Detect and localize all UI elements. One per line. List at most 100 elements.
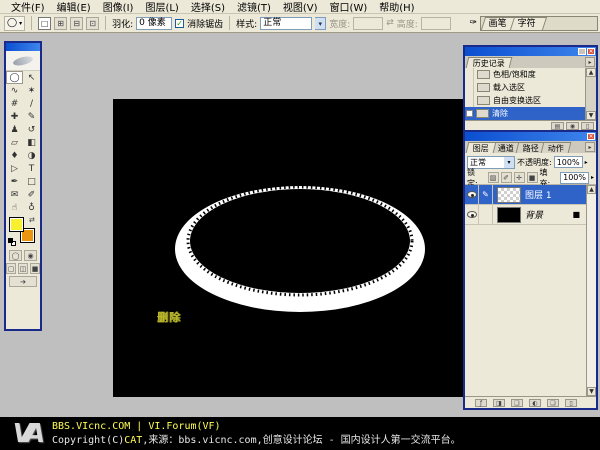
layer-thumbnail[interactable] [497,207,521,223]
crop-tool-icon[interactable]: # [6,97,23,110]
healing-brush-tool-icon[interactable]: ✚ [6,110,23,123]
type-tool-icon[interactable]: T [23,162,40,175]
menu-filter[interactable]: 滤镜(T) [231,0,277,14]
add-mask-button[interactable]: ◨ [493,399,505,407]
history-item-selected[interactable]: 清除 [465,107,585,120]
foreground-color-swatch[interactable] [9,217,24,232]
toolbox-title-bar[interactable] [6,43,40,51]
collapse-icon[interactable] [578,48,586,55]
history-brush-tool-icon[interactable]: ↺ [23,123,40,136]
lock-all-icon[interactable]: ■ [527,172,538,183]
jump-to-imageready-button[interactable]: ➔ [9,276,37,287]
move-tool-icon[interactable]: ↖ [23,71,40,84]
marquee-tool-icon[interactable]: ◯ [6,71,23,84]
close-icon[interactable]: × [587,133,595,140]
menu-image[interactable]: 图像(I) [97,0,140,14]
chevron-down-icon: ▾ [504,157,514,168]
lock-position-icon[interactable]: ✛ [514,172,525,183]
menu-help[interactable]: 帮助(H) [373,0,420,14]
scroll-up-icon[interactable]: ▲ [587,185,596,194]
new-document-from-state-button[interactable]: ▤ [551,122,564,130]
default-colors-icon[interactable] [8,238,17,247]
clone-stamp-tool-icon[interactable]: ♟ [6,123,23,136]
layer-row-layer1[interactable]: ✎ 图层 1 [465,185,586,205]
panel-menu-icon[interactable]: ▸ [585,142,595,152]
blur-tool-icon[interactable]: ♦ [6,149,23,162]
lasso-tool-icon[interactable]: ∿ [6,84,23,97]
path-select-tool-icon[interactable]: ▷ [6,162,23,175]
layer-style-button[interactable]: ƒ [475,399,487,407]
new-snapshot-button[interactable]: ◉ [566,122,579,130]
subtract-selection-button[interactable]: ⊟ [70,17,83,30]
intersect-selection-button[interactable]: ⊡ [86,17,99,30]
lock-transparency-icon[interactable]: ▨ [488,172,499,183]
close-icon[interactable]: × [587,48,595,55]
history-item[interactable]: 自由变换选区 [465,94,585,107]
antialias-checkbox[interactable]: ✓ [175,19,184,28]
delete-layer-button[interactable]: ▯ [565,399,577,407]
eraser-tool-icon[interactable]: ▱ [6,136,23,149]
history-panel-title-bar[interactable]: × [465,47,596,56]
tab-actions[interactable]: 动作 [541,142,572,153]
adjustment-layer-button[interactable]: ◐ [529,399,541,407]
shape-tool-icon[interactable]: □ [23,175,40,188]
spinner-arrow-icon[interactable]: ▸ [591,174,594,181]
menu-layer[interactable]: 图层(L) [139,0,184,14]
menu-edit[interactable]: 编辑(E) [51,0,97,14]
scroll-down-icon[interactable]: ▼ [586,111,596,120]
tab-character[interactable]: 字符 [510,17,547,30]
spinner-arrow-icon[interactable]: ▸ [585,159,588,166]
menu-select[interactable]: 选择(S) [185,0,231,14]
slice-tool-icon[interactable]: ∕ [23,97,40,110]
notes-tool-icon[interactable]: ✉ [6,188,23,201]
brush-palette-icon[interactable]: ✑ [469,18,477,28]
panel-menu-icon[interactable]: ▸ [585,57,595,67]
delete-state-button[interactable]: ▯ [581,122,594,130]
hand-tool-icon[interactable]: ☝ [6,201,23,214]
gradient-tool-icon[interactable]: ◧ [23,136,40,149]
history-thumb [476,109,489,118]
scroll-up-icon[interactable]: ▲ [586,68,596,77]
menu-view[interactable]: 视图(V) [277,0,324,14]
history-item[interactable]: 载入选区 [465,81,585,94]
visibility-toggle[interactable] [465,205,479,225]
dodge-tool-icon[interactable]: ◑ [23,149,40,162]
zoom-tool-icon[interactable]: ♁ [23,201,40,214]
tool-preset-picker[interactable]: ◯ ▾ [4,16,25,31]
tab-history[interactable]: 历史记录 [466,57,513,68]
add-selection-button[interactable]: ⊞ [54,17,67,30]
swap-colors-icon[interactable]: ⇄ [29,216,35,224]
standard-screen-button[interactable]: ▢ [6,263,16,274]
new-selection-button[interactable]: □ [38,17,51,30]
quick-mask-mode-button[interactable]: ◉ [24,250,37,261]
style-select[interactable]: 正常 [260,17,312,30]
tab-layers[interactable]: 图层 [466,142,497,153]
history-item[interactable]: 色相/饱和度 [465,68,585,81]
document-canvas[interactable]: 删除 [113,99,463,397]
new-layer-button[interactable]: ❏ [547,399,559,407]
new-group-button[interactable]: ❑ [511,399,523,407]
layers-panel-title-bar[interactable]: × [465,132,596,141]
eye-icon [467,211,477,218]
feather-input[interactable]: 0 像素 [136,17,172,30]
layer-thumbnail[interactable] [497,187,521,203]
menu-file[interactable]: 文件(F) [5,0,51,14]
layer-row-background[interactable]: 背景 ■ [465,205,586,225]
fullscreen-button[interactable]: ■ [30,263,40,274]
layers-scrollbar[interactable]: ▲ ▼ [586,185,596,396]
history-scrollbar[interactable]: ▲ ▼ [585,68,596,120]
fullscreen-menu-button[interactable]: ◫ [18,263,28,274]
lock-paint-icon[interactable]: ✐ [501,172,512,183]
chevron-down-icon[interactable]: ▾ [315,17,326,30]
standard-mode-button[interactable]: ◯ [9,250,22,261]
va-logo: VA [0,419,52,449]
magic-wand-tool-icon[interactable]: ✶ [23,84,40,97]
eyedropper-tool-icon[interactable]: ✐ [23,188,40,201]
fill-input[interactable]: 100% [560,172,589,184]
visibility-toggle[interactable] [465,185,479,205]
pen-tool-icon[interactable]: ✒ [6,175,23,188]
menu-window[interactable]: 窗口(W) [324,0,374,14]
brush-tool-icon[interactable]: ✎ [23,110,40,123]
scroll-down-icon[interactable]: ▼ [587,387,596,396]
history-brush-source-icon[interactable] [466,110,473,117]
